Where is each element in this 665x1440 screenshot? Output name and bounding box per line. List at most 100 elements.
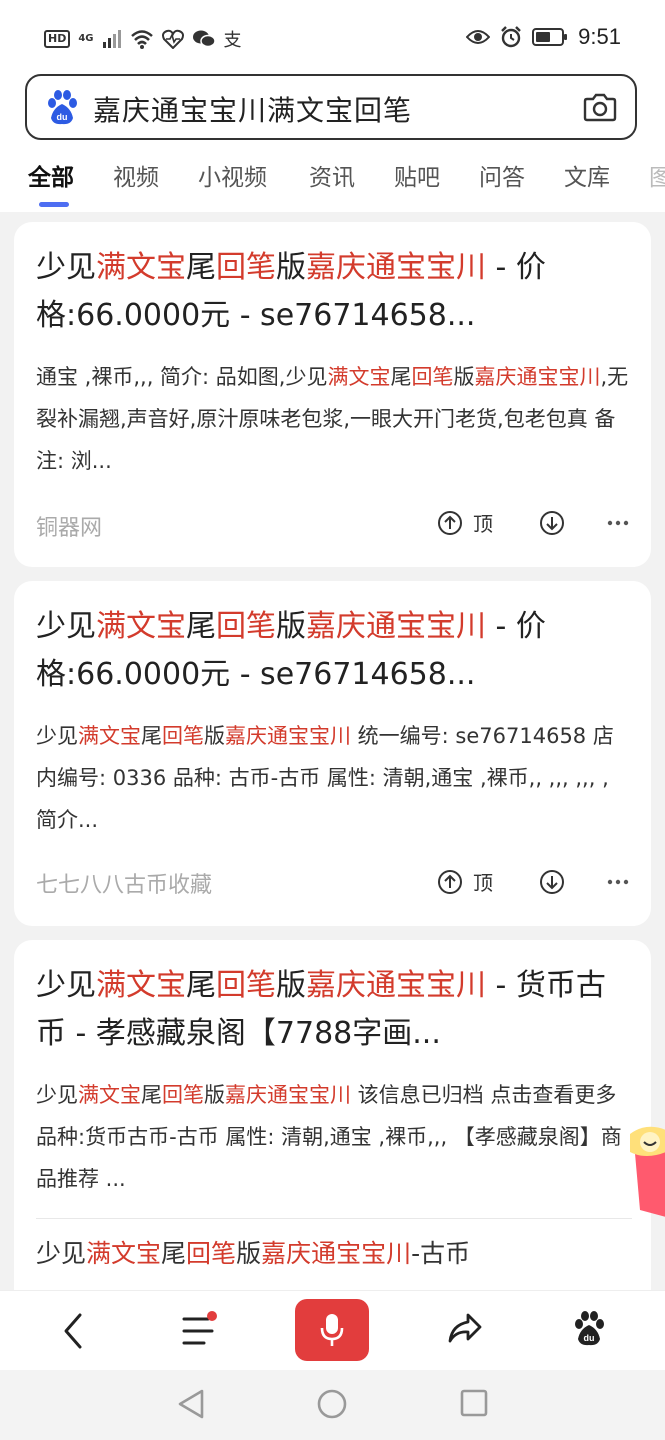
back-icon[interactable] xyxy=(60,1311,88,1351)
result-card[interactable]: 少见满文宝尾回笔版嘉庆通宝宝川 - 价格:66.0000元 - se767146… xyxy=(14,581,651,926)
svg-text:du: du xyxy=(584,1333,595,1343)
battery-icon xyxy=(532,28,568,46)
keyword-highlight: 嘉庆通宝宝川 xyxy=(225,1083,351,1107)
clock: 9:51 xyxy=(578,24,621,49)
down-arrow-icon[interactable] xyxy=(539,869,565,895)
mascot-icon[interactable] xyxy=(626,1122,665,1222)
alipay-icon: 支 xyxy=(223,30,242,51)
network-type: 4G xyxy=(78,33,94,44)
hd-badge: HD xyxy=(44,30,71,48)
more-icon[interactable] xyxy=(607,879,629,885)
voice-search-button[interactable] xyxy=(295,1299,369,1361)
text-segment: 少见 xyxy=(36,724,78,748)
keyword-highlight: 回笔 xyxy=(216,609,276,644)
keyword-highlight: 回笔 xyxy=(186,1239,237,1268)
search-header: du 嘉庆通宝宝川满文宝回笔 全部 视频 小视频 资讯 贴吧 问答 文库 图 xyxy=(0,72,665,212)
health-icon xyxy=(161,29,184,49)
text-segment: -古币 xyxy=(411,1239,471,1268)
text-segment: 版 xyxy=(204,724,225,748)
keyword-highlight: 嘉庆通宝宝川 xyxy=(306,968,486,1003)
result-title[interactable]: 少见满文宝尾回笔版嘉庆通宝宝川 - 价格:66.0000元 - se767146… xyxy=(36,603,632,699)
sub-result-link[interactable]: 少见满文宝尾回笔版嘉庆通宝宝川-古币 xyxy=(36,1234,632,1274)
more-icon[interactable] xyxy=(607,520,629,526)
text-segment: 版 xyxy=(276,609,306,644)
baidu-home-icon[interactable]: du xyxy=(572,1311,606,1347)
result-card[interactable]: 少见满文宝尾回笔版嘉庆通宝宝川 - 货币古币 - 孝感藏泉阁【7788字画...… xyxy=(14,940,651,1320)
search-box[interactable]: du 嘉庆通宝宝川满文宝回笔 xyxy=(25,74,637,140)
camera-icon[interactable] xyxy=(583,92,617,122)
text-segment: 少见 xyxy=(36,250,96,285)
keyword-highlight: 满文宝 xyxy=(96,609,186,644)
text-segment: 版 xyxy=(453,365,475,389)
divider xyxy=(36,1218,632,1219)
keyword-highlight: 满文宝 xyxy=(96,250,186,285)
upvote-button[interactable]: 顶 xyxy=(437,508,493,537)
active-tab-indicator xyxy=(39,202,69,207)
search-input[interactable]: 嘉庆通宝宝川满文宝回笔 xyxy=(93,89,412,129)
result-snippet: 少见满文宝尾回笔版嘉庆通宝宝川 统一编号: se76714658 店内编号: 0… xyxy=(36,715,632,841)
text-segment: 少见 xyxy=(36,1083,78,1107)
svg-text:du: du xyxy=(57,112,68,122)
share-icon[interactable] xyxy=(446,1311,484,1347)
result-actions: 顶 xyxy=(437,867,629,896)
keyword-highlight: 嘉庆通宝宝川 xyxy=(306,250,486,285)
text-segment: 通宝 ,裸币,,, 简介: 品如图,少见 xyxy=(36,365,328,389)
tab-wenku[interactable]: 文库 xyxy=(564,158,610,192)
tab-news[interactable]: 资讯 xyxy=(309,158,355,192)
wechat-icon xyxy=(192,30,216,48)
up-arrow-icon xyxy=(438,510,462,535)
tab-qa[interactable]: 问答 xyxy=(479,158,525,192)
text-segment: 少见 xyxy=(36,609,96,644)
keyword-highlight: 回笔 xyxy=(162,1083,204,1107)
status-bar: HD 4G 支 9:51 xyxy=(0,0,665,72)
text-segment: 版 xyxy=(204,1083,225,1107)
text-segment: 版 xyxy=(276,968,306,1003)
tab-video[interactable]: 视频 xyxy=(113,158,159,192)
text-segment: 尾 xyxy=(186,250,216,285)
result-actions: 顶 xyxy=(437,508,629,537)
search-tabs: 全部 视频 小视频 资讯 贴吧 问答 文库 图 xyxy=(0,158,665,208)
result-title[interactable]: 少见满文宝尾回笔版嘉庆通宝宝川 - 货币古币 - 孝感藏泉阁【7788字画... xyxy=(36,962,632,1058)
down-arrow-icon[interactable] xyxy=(539,510,565,536)
keyword-highlight: 回笔 xyxy=(411,365,454,389)
keyword-highlight: 回笔 xyxy=(162,724,204,748)
keyword-highlight: 满文宝 xyxy=(78,724,141,748)
keyword-highlight: 嘉庆通宝宝川 xyxy=(474,365,601,389)
keyword-highlight: 满文宝 xyxy=(96,968,186,1003)
tab-images[interactable]: 图 xyxy=(649,158,665,192)
wifi-icon xyxy=(130,30,153,49)
text-segment: 尾 xyxy=(141,1083,162,1107)
mic-icon xyxy=(320,1314,344,1346)
system-nav-bar xyxy=(0,1370,665,1440)
upvote-label: 顶 xyxy=(473,512,493,536)
keyword-highlight: 嘉庆通宝宝川 xyxy=(306,609,486,644)
text-segment: 少见 xyxy=(36,968,96,1003)
keyword-highlight: 满文宝 xyxy=(86,1239,162,1268)
upvote-button[interactable]: 顶 xyxy=(437,867,493,896)
text-segment: 版 xyxy=(236,1239,262,1268)
nav-home-icon[interactable] xyxy=(316,1388,348,1420)
keyword-highlight: 满文宝 xyxy=(78,1083,141,1107)
signal-icon xyxy=(102,30,121,48)
nav-back-icon[interactable] xyxy=(176,1388,206,1420)
upvote-label: 顶 xyxy=(473,871,493,895)
text-segment: 版 xyxy=(276,250,306,285)
baidu-paw-icon: du xyxy=(48,90,77,125)
tab-all[interactable]: 全部 xyxy=(28,158,74,192)
keyword-highlight: 回笔 xyxy=(216,250,276,285)
result-source: 七七八八古币收藏 xyxy=(36,873,213,898)
result-source: 铜器网 xyxy=(36,516,103,541)
result-title[interactable]: 少见满文宝尾回笔版嘉庆通宝宝川 - 价格:66.0000元 - se767146… xyxy=(36,244,632,340)
notification-dot xyxy=(207,1311,217,1321)
tab-tieba[interactable]: 贴吧 xyxy=(394,158,440,192)
nav-recent-icon[interactable] xyxy=(459,1388,489,1418)
tab-short-video[interactable]: 小视频 xyxy=(198,158,267,192)
keyword-highlight: 回笔 xyxy=(216,968,276,1003)
text-segment: 少见 xyxy=(36,1239,87,1268)
result-snippet: 通宝 ,裸币,,, 简介: 品如图,少见满文宝尾回笔版嘉庆通宝宝川,无裂补漏翘,… xyxy=(36,356,632,482)
keyword-highlight: 满文宝 xyxy=(327,365,391,389)
result-card[interactable]: 少见满文宝尾回笔版嘉庆通宝宝川 - 价格:66.0000元 - se767146… xyxy=(14,222,651,567)
text-segment: 尾 xyxy=(186,968,216,1003)
text-segment: 尾 xyxy=(161,1239,187,1268)
text-segment: 尾 xyxy=(141,724,162,748)
